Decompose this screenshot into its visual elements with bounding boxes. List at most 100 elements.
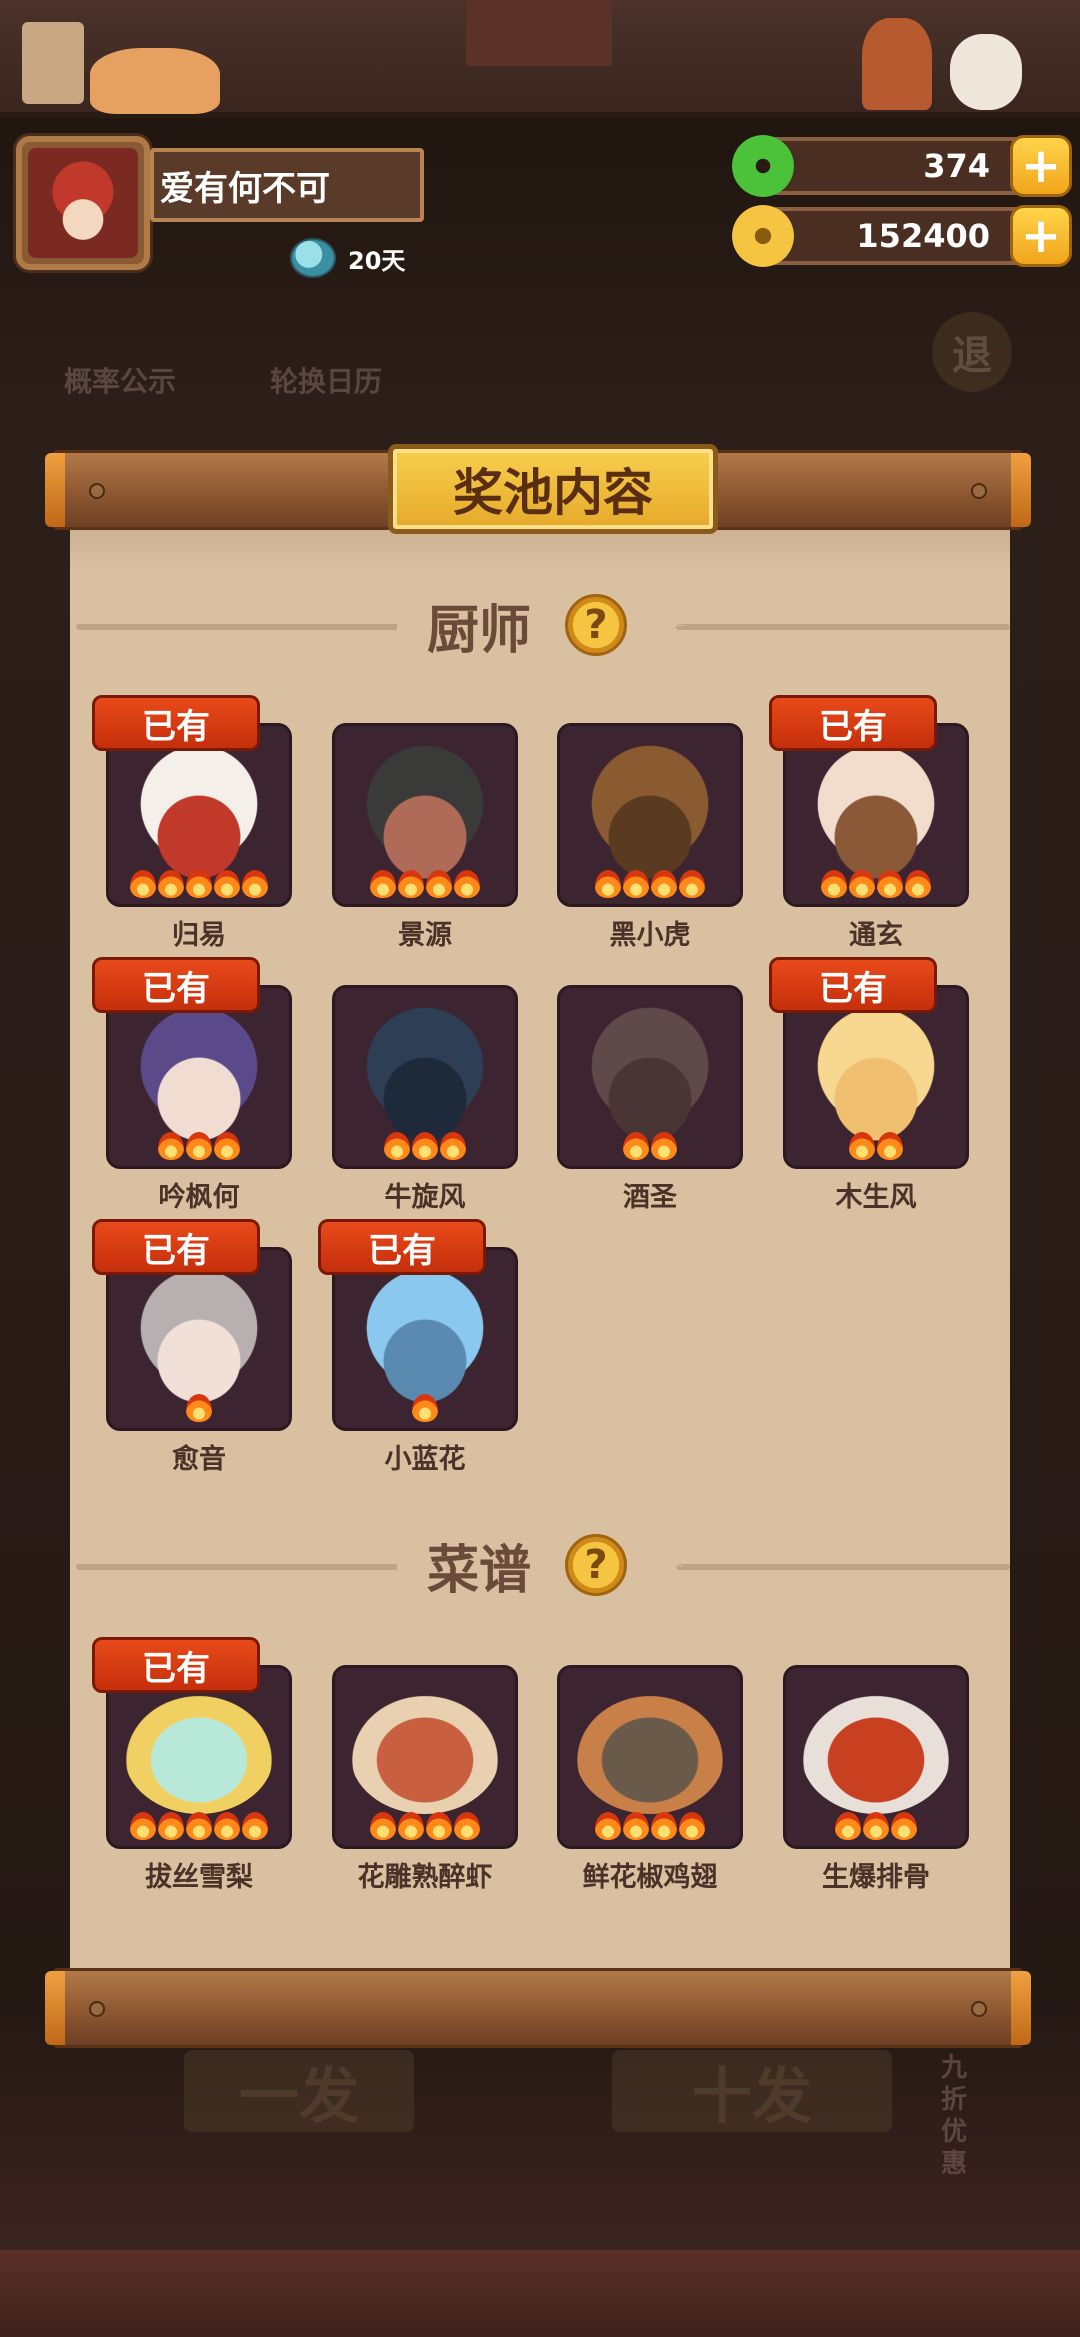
- recipe-card-frame: [557, 1665, 743, 1849]
- chef-card[interactable]: 已有归易: [92, 695, 292, 951]
- jade-amount: 374: [923, 147, 990, 185]
- add-jade-button[interactable]: +: [1010, 135, 1072, 197]
- chefs-title: 厨师: [396, 587, 539, 663]
- owned-badge: 已有: [92, 1219, 260, 1275]
- flame-icon: [214, 1132, 240, 1160]
- flame-icon: [849, 1132, 875, 1160]
- recipe-card[interactable]: 花雕熟醉虾: [332, 1665, 518, 1893]
- chef-name: 景源: [398, 920, 452, 951]
- chef-card[interactable]: 已有通玄: [769, 695, 969, 951]
- flame-icon: [595, 870, 621, 898]
- chef-card[interactable]: 黑小虎: [557, 723, 743, 951]
- chefs-section-header: 厨师 ?: [70, 587, 1010, 663]
- recipe-name: 花雕熟醉虾: [357, 1862, 493, 1893]
- rarity-flames: [560, 1132, 740, 1160]
- flame-icon: [679, 1812, 705, 1840]
- dish-image-icon: [350, 1694, 500, 1814]
- flame-icon: [186, 1132, 212, 1160]
- chef-name: 归易: [172, 920, 226, 951]
- chef-figure-icon: [862, 18, 932, 110]
- chef-card[interactable]: 已有小蓝花: [318, 1219, 518, 1475]
- recipes-section-header: 菜谱 ?: [70, 1527, 1010, 1603]
- flame-icon: [651, 1812, 677, 1840]
- flame-icon: [214, 1812, 240, 1840]
- chef-name: 小蓝花: [384, 1444, 466, 1475]
- flame-icon: [877, 870, 903, 898]
- ten-pull-button[interactable]: 十发: [612, 2050, 892, 2132]
- player-avatar[interactable]: [16, 136, 150, 270]
- add-coin-button[interactable]: +: [1010, 205, 1072, 267]
- avatar-portrait-icon: [28, 148, 138, 258]
- flame-icon: [242, 870, 268, 898]
- flame-icon: [679, 870, 705, 898]
- flame-icon: [130, 870, 156, 898]
- divider: [676, 1564, 1010, 1570]
- chef-card[interactable]: 已有 木生风: [769, 957, 969, 1213]
- rarity-flames: [560, 870, 740, 898]
- pad: [653, 1564, 683, 1566]
- nail-icon: [89, 483, 105, 499]
- rarity-flames: [109, 1394, 289, 1422]
- divider: [76, 624, 410, 630]
- flame-icon: [426, 1812, 452, 1840]
- flame-icon: [242, 1812, 268, 1840]
- flame-icon: [398, 1812, 424, 1840]
- recipe-card-frame: [783, 1665, 969, 1849]
- owned-badge: 已有: [318, 1219, 486, 1275]
- pad: [653, 624, 683, 626]
- owned-badge: 已有: [769, 957, 937, 1013]
- recipes-help-icon[interactable]: ?: [565, 1534, 627, 1596]
- flame-icon: [905, 870, 931, 898]
- flame-icon: [651, 1132, 677, 1160]
- chef-card-frame: [332, 985, 518, 1169]
- recipe-card[interactable]: 已有 拔丝雪梨: [92, 1637, 292, 1893]
- chefs-help-icon[interactable]: ?: [565, 594, 627, 656]
- flame-icon: [186, 1394, 212, 1422]
- dish-image-icon: [124, 1694, 274, 1814]
- chef-name: 酒圣: [623, 1182, 677, 1213]
- nail-icon: [89, 2001, 105, 2017]
- jade-icon: [732, 135, 794, 197]
- recipe-card[interactable]: 鲜花椒鸡翅: [557, 1665, 743, 1893]
- probability-button[interactable]: 概率公示: [64, 360, 176, 400]
- flame-icon: [130, 1812, 156, 1840]
- dish-image-icon: [801, 1694, 951, 1814]
- chef-card[interactable]: 已有吟枫何: [92, 957, 292, 1213]
- dish-image-icon: [575, 1694, 725, 1814]
- chef-name: 通玄: [849, 920, 903, 951]
- single-pull-button[interactable]: 一发: [184, 2050, 414, 2132]
- cup-icon: [290, 238, 336, 278]
- panel-bottom-roller: [45, 1968, 1031, 2048]
- flame-icon: [158, 1132, 184, 1160]
- chef-name: 吟枫何: [158, 1182, 240, 1213]
- flame-icon: [877, 1132, 903, 1160]
- owned-badge: 已有: [769, 695, 937, 751]
- rotation-calendar-button[interactable]: 轮换日历: [270, 360, 382, 400]
- recipe-card-frame: [332, 1665, 518, 1849]
- owned-badge: 已有: [92, 695, 260, 751]
- flame-icon: [398, 870, 424, 898]
- cat-decoration-icon: [90, 48, 220, 114]
- flame-icon: [821, 870, 847, 898]
- flame-icon: [623, 1812, 649, 1840]
- divider: [76, 1564, 410, 1570]
- rarity-flames: [786, 1812, 966, 1840]
- rarity-flames: [109, 1812, 289, 1840]
- flame-icon: [623, 870, 649, 898]
- chef-card[interactable]: 牛旋风: [332, 985, 518, 1213]
- rarity-flames: [786, 1132, 966, 1160]
- back-button[interactable]: 退: [932, 312, 1012, 392]
- chef-card[interactable]: 酒圣: [557, 985, 743, 1213]
- nail-icon: [971, 483, 987, 499]
- jade-currency: 374 +: [732, 135, 1072, 197]
- poster-icon[interactable]: [466, 0, 612, 66]
- chef-card[interactable]: 景源: [332, 723, 518, 951]
- flame-icon: [214, 870, 240, 898]
- chef-card[interactable]: 已有 愈音: [92, 1219, 292, 1475]
- flame-icon: [370, 870, 396, 898]
- owned-badge: 已有: [92, 957, 260, 1013]
- flame-icon: [623, 1132, 649, 1160]
- rarity-flames: [335, 1394, 515, 1422]
- flame-icon: [849, 870, 875, 898]
- recipe-card[interactable]: 生爆排骨: [783, 1665, 969, 1893]
